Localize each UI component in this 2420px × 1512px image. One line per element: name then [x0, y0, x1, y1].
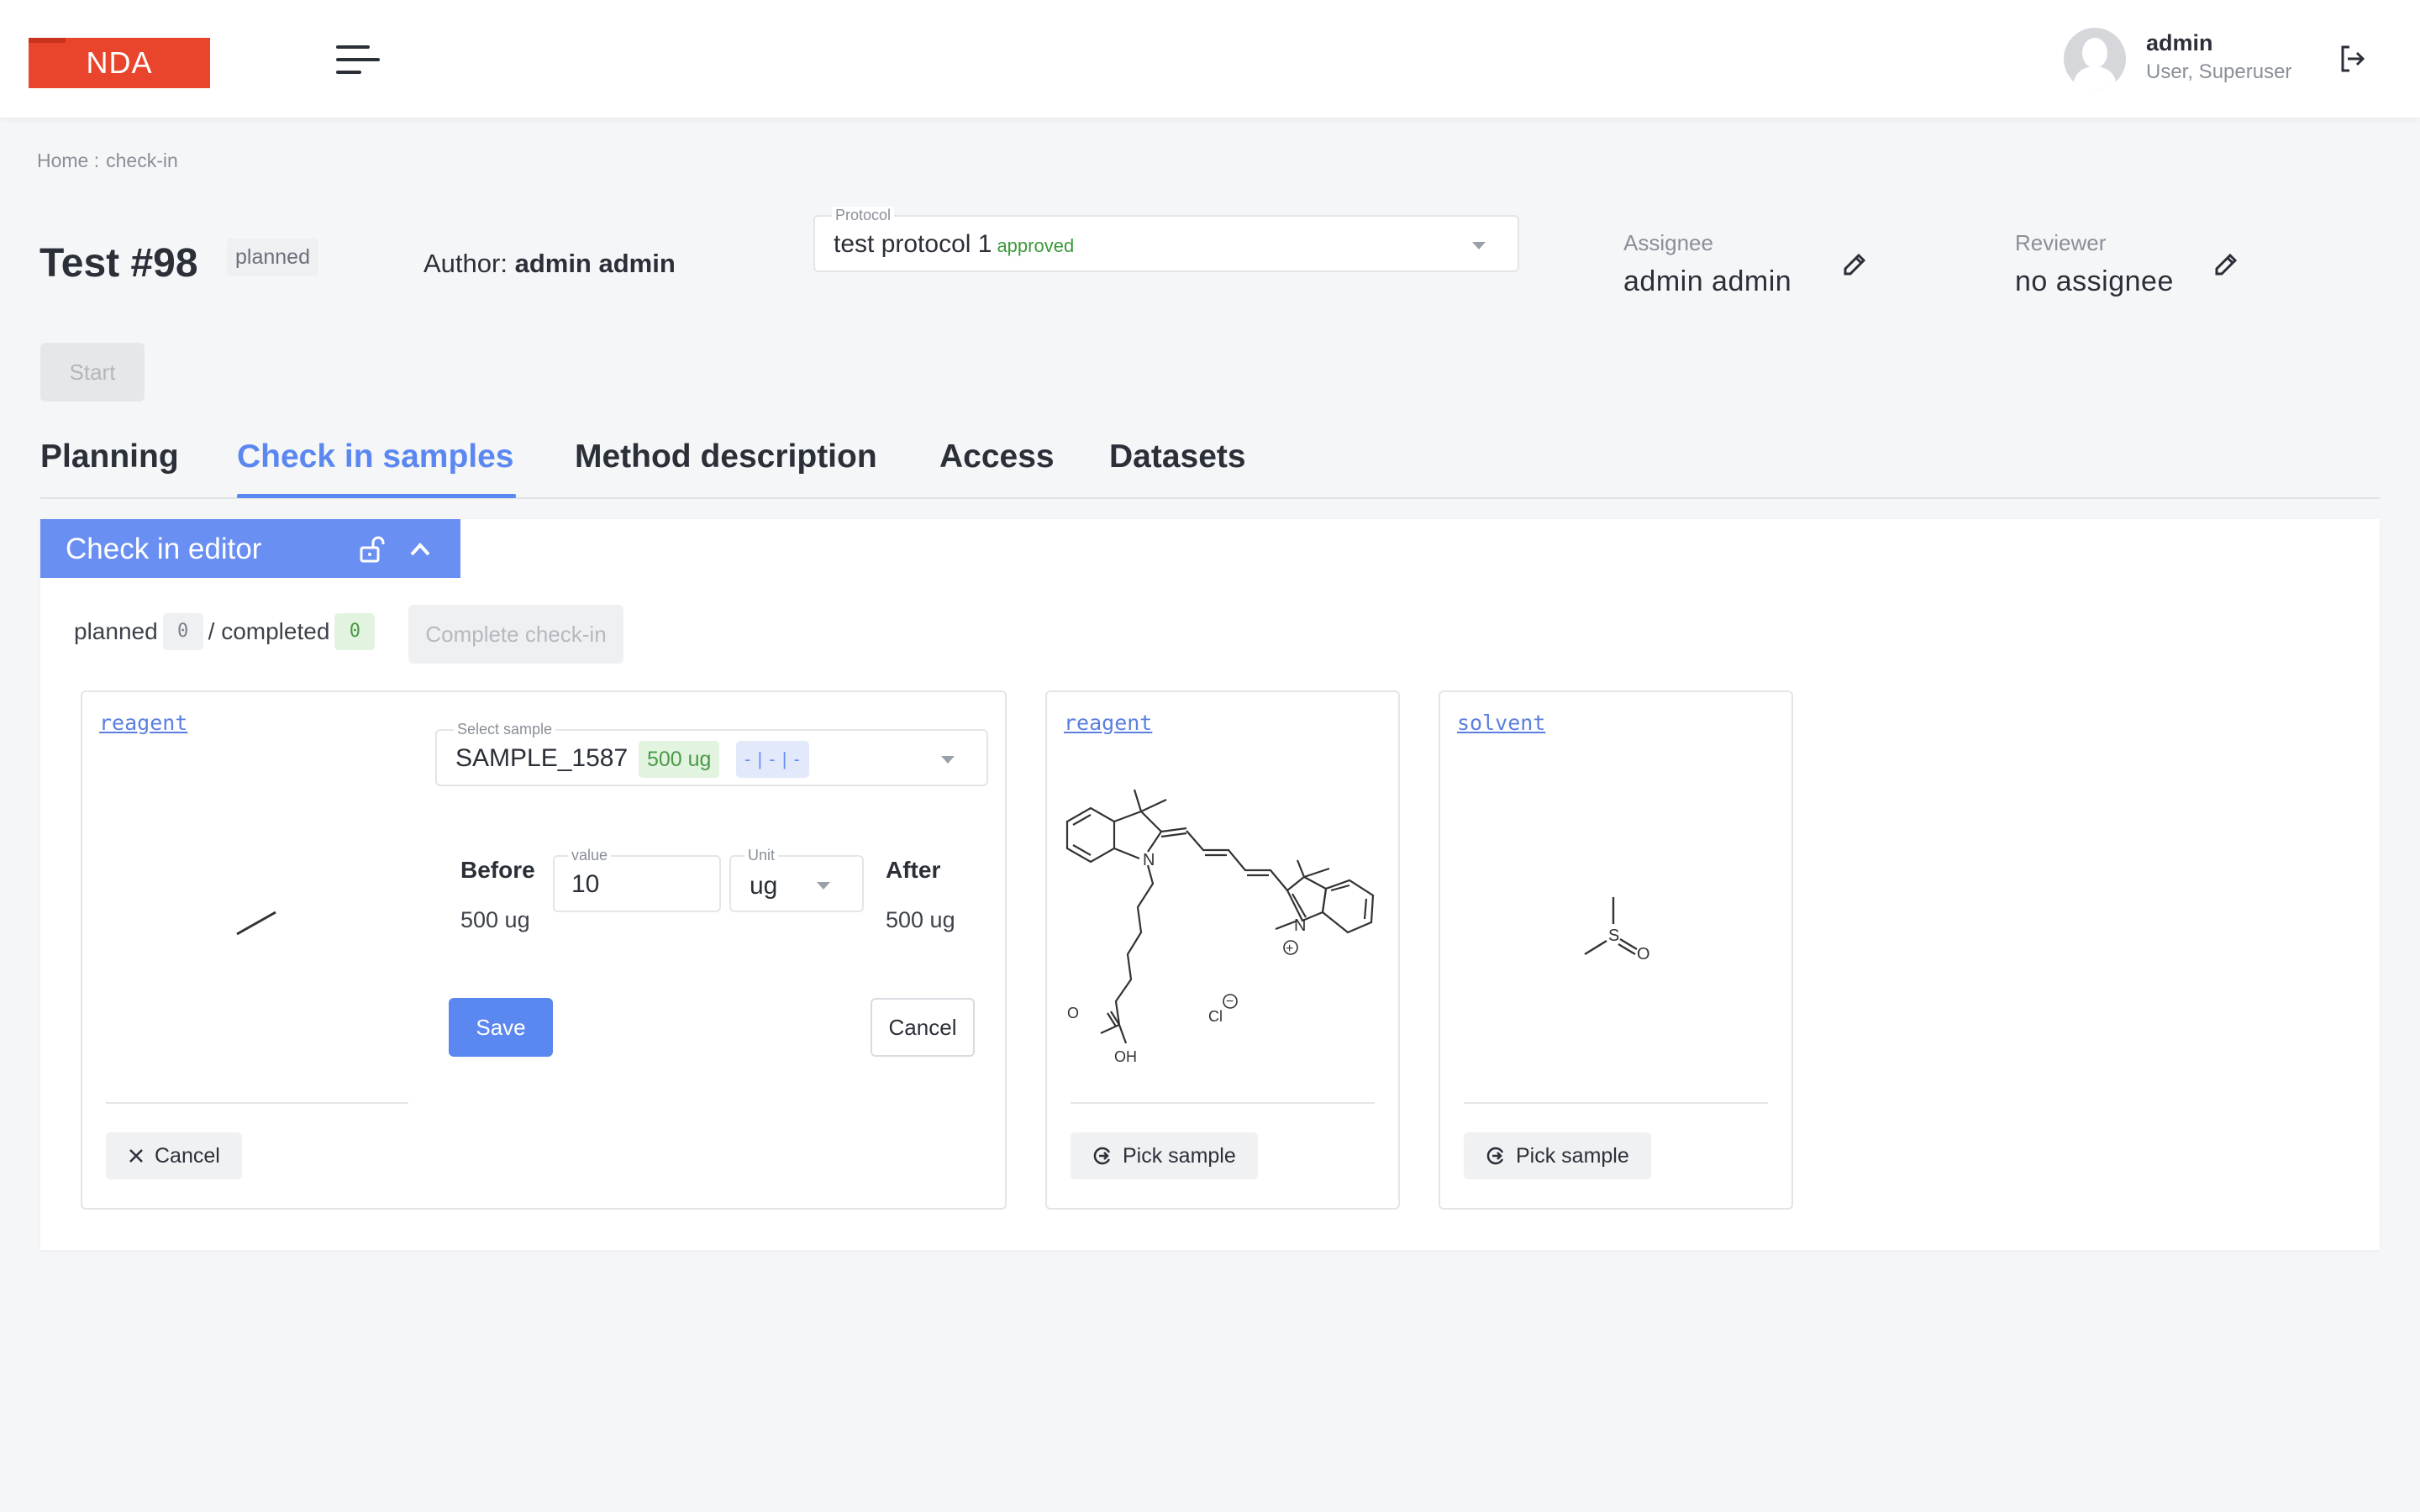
tab-check-in-samples[interactable]: Check in samples: [237, 438, 513, 475]
protocol-value: test protocol 1: [834, 230, 992, 258]
save-button[interactable]: Save: [449, 998, 553, 1057]
chevron-down-icon: [817, 882, 830, 890]
card-type-link[interactable]: reagent: [99, 711, 187, 735]
check-in-card: reagent Select sample SAMPLE_1587 500 ug…: [81, 690, 1007, 1210]
before-label: Before: [460, 857, 535, 883]
unit-label: Unit: [744, 847, 779, 864]
card-type-link[interactable]: solvent: [1457, 711, 1545, 735]
chevron-up-icon[interactable]: [405, 534, 435, 564]
value-input[interactable]: [571, 870, 706, 899]
completed-label: / completed: [208, 618, 330, 644]
breadcrumb-home[interactable]: Home :: [37, 150, 99, 172]
status-badge: planned: [227, 239, 318, 276]
pick-sample-label: Pick sample: [1516, 1143, 1629, 1168]
planned-label: planned: [74, 618, 158, 644]
breadcrumb-current: check-in: [106, 150, 178, 171]
unit-value: ug: [750, 872, 778, 900]
divider: [106, 1102, 408, 1104]
chevron-down-icon: [941, 756, 955, 764]
tab-datasets[interactable]: Datasets: [1109, 438, 1246, 475]
page-title: Test #98: [39, 241, 198, 286]
value-label: value: [568, 847, 612, 864]
svg-text:OH: OH: [1114, 1048, 1137, 1065]
pick-sample-label: Pick sample: [1123, 1143, 1236, 1168]
active-tab-indicator: [237, 494, 516, 498]
logo-text: NDA: [86, 45, 153, 80]
card-cancel-label: Cancel: [155, 1143, 220, 1168]
logo[interactable]: NDA: [29, 38, 210, 88]
card-cancel-button[interactable]: Cancel: [106, 1132, 242, 1179]
reviewer-value: no assignee: [2015, 265, 2174, 297]
author-name: admin admin: [514, 249, 676, 278]
sample-select[interactable]: Select sample SAMPLE_1587 500 ug - | - |…: [435, 721, 988, 786]
tab-access[interactable]: Access: [939, 438, 1055, 475]
tab-bar: Planning Check in samples Method descrip…: [40, 430, 2380, 499]
unit-select[interactable]: Unit ug: [729, 847, 864, 912]
structure-drawing: N N + Cl − O OH: [1065, 789, 1375, 1065]
tab-method-description[interactable]: Method description: [575, 438, 877, 475]
after-label: After: [886, 857, 941, 883]
pick-sample-button[interactable]: Pick sample: [1071, 1132, 1258, 1179]
top-bar: NDA admin User, Superuser: [0, 0, 2420, 118]
tab-planning[interactable]: Planning: [40, 438, 179, 475]
breadcrumb: Home : check-in: [37, 150, 178, 172]
unlock-icon[interactable]: [356, 534, 387, 564]
pick-sample-button[interactable]: Pick sample: [1464, 1132, 1651, 1179]
divider: [1464, 1102, 1768, 1104]
assignee-label: Assignee: [1623, 230, 1713, 255]
structure-drawing: S O: [1584, 897, 1650, 963]
value-field[interactable]: value: [553, 847, 721, 912]
svg-text:Cl: Cl: [1208, 1008, 1223, 1025]
before-value: 500 ug: [460, 907, 530, 932]
structure-drawing: [236, 911, 276, 936]
user-role: User, Superuser: [2146, 60, 2292, 83]
author-label: Author:: [424, 249, 508, 278]
completed-count: 0: [334, 613, 376, 650]
card-type-link[interactable]: reagent: [1064, 711, 1152, 735]
svg-text:N: N: [1294, 916, 1306, 935]
sample-name: SAMPLE_1587: [455, 744, 629, 772]
divider: [1071, 1102, 1375, 1104]
protocol-select[interactable]: Protocol test protocol 1 approved: [813, 207, 1519, 272]
close-icon: [129, 1149, 143, 1163]
protocol-label: Protocol: [832, 207, 895, 224]
start-button[interactable]: Start: [40, 343, 145, 402]
svg-text:S: S: [1608, 927, 1619, 945]
sample-amount-badge: 500 ug: [639, 741, 720, 778]
check-in-counts: planned 0 / completed 0: [74, 613, 380, 650]
sample-tag-badge: - | - | -: [736, 741, 809, 778]
avatar[interactable]: [2064, 28, 2126, 90]
panel-title: Check in editor: [66, 533, 262, 565]
cancel-button[interactable]: Cancel: [871, 998, 975, 1057]
menu-toggle-icon[interactable]: [336, 45, 380, 76]
edit-assignee-icon[interactable]: [1840, 250, 1869, 279]
assignee-value: admin admin: [1623, 265, 1792, 297]
check-in-card: solvent S O Pick sample: [1439, 690, 1793, 1210]
panel-header[interactable]: Check in editor: [40, 519, 460, 578]
chevron-down-icon: [1472, 242, 1486, 249]
user-name: admin: [2146, 30, 2213, 55]
edit-reviewer-icon[interactable]: [2212, 250, 2240, 279]
planned-count: 0: [162, 613, 203, 650]
svg-text:+: +: [1286, 942, 1293, 956]
after-value: 500 ug: [886, 907, 955, 932]
check-in-panel: Check in editor planned 0 / completed 0 …: [40, 519, 2380, 1250]
protocol-status: approved: [997, 235, 1075, 256]
svg-text:O: O: [1637, 945, 1650, 963]
svg-text:N: N: [1143, 851, 1155, 869]
logout-icon[interactable]: [2336, 42, 2370, 76]
pick-sample-icon: [1093, 1147, 1111, 1165]
complete-check-in-button[interactable]: Complete check-in: [408, 605, 623, 664]
pick-sample-icon: [1486, 1147, 1504, 1165]
select-sample-label: Select sample: [454, 721, 556, 738]
svg-text:−: −: [1226, 995, 1234, 1009]
author: Author: admin admin: [424, 249, 676, 279]
check-in-card: reagent N N + Cl − O OH Pick sample: [1045, 690, 1400, 1210]
svg-text:O: O: [1067, 1005, 1079, 1021]
reviewer-label: Reviewer: [2015, 230, 2107, 255]
